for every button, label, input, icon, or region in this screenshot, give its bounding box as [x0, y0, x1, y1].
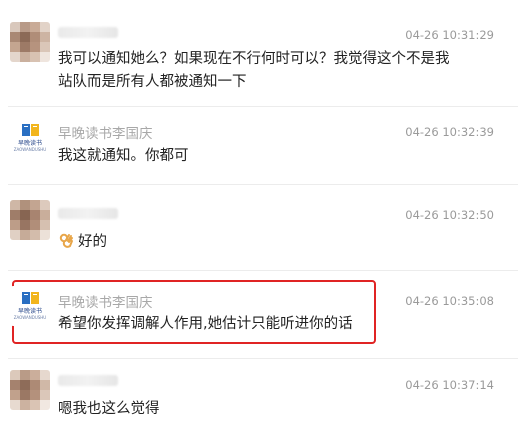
- message-text: 我可以通知她么？如果现在不行何时可以？我觉得这个不是我 站队而是所有人都被通知一…: [58, 48, 450, 94]
- book-logo-icon: [22, 292, 39, 304]
- ok-hand-emoji-icon: [59, 233, 73, 248]
- message-line: 我可以通知她么？如果现在不行何时可以？我觉得这个不是我: [58, 51, 450, 67]
- logo-subtext: ZAOWANDUSHU: [13, 147, 47, 152]
- divider: [8, 106, 518, 107]
- sender-name-redacted: [58, 208, 118, 219]
- message-timestamp: 04-26 10:32:39: [405, 125, 494, 139]
- avatar[interactable]: [10, 22, 50, 62]
- avatar[interactable]: 早晚读书 ZAOWANDUSHU: [10, 286, 50, 326]
- message-timestamp: 04-26 10:35:08: [405, 294, 494, 308]
- logo-text: 早晚读书: [17, 140, 42, 147]
- message-text: 嗯我也这么觉得: [58, 398, 160, 421]
- message-timestamp: 04-26 10:31:29: [405, 28, 494, 42]
- message-line-text: 好的: [78, 234, 107, 250]
- sender-name: 早晚读书李国庆: [58, 295, 153, 311]
- divider: [8, 270, 518, 271]
- logo-text: 早晚读书: [17, 308, 42, 315]
- message-line: 嗯我也这么觉得: [58, 401, 160, 417]
- message-line: 我这就通知。你都可: [58, 148, 189, 164]
- divider: [8, 184, 518, 185]
- message-text: 希望你发挥调解人作用,她估计只能听进你的话: [58, 313, 353, 336]
- book-logo-icon: [22, 124, 39, 136]
- sender-name-redacted: [58, 375, 118, 386]
- sender-name-redacted: [58, 27, 118, 38]
- avatar[interactable]: [10, 200, 50, 240]
- message-text: 好的: [58, 231, 107, 254]
- chat-history: 04-26 10:31:29 我可以通知她么？如果现在不行何时可以？我觉得这个不…: [0, 0, 526, 428]
- message-line: 希望你发挥调解人作用,她估计只能听进你的话: [58, 316, 353, 332]
- avatar[interactable]: 早晚读书 ZAOWANDUSHU: [10, 118, 50, 158]
- message-timestamp: 04-26 10:32:50: [405, 208, 494, 222]
- message-line: 好的: [58, 231, 107, 254]
- avatar-mosaic: [10, 370, 50, 410]
- message-line: 站队而是所有人都被通知一下: [58, 74, 247, 90]
- avatar-mosaic: [10, 200, 50, 240]
- avatar-mosaic: [10, 22, 50, 62]
- avatar[interactable]: [10, 370, 50, 410]
- sender-name: 早晚读书李国庆: [58, 126, 153, 142]
- message-timestamp: 04-26 10:37:14: [405, 378, 494, 392]
- message-text: 我这就通知。你都可: [58, 145, 189, 168]
- divider: [8, 358, 518, 359]
- logo-subtext: ZAOWANDUSHU: [13, 315, 47, 320]
